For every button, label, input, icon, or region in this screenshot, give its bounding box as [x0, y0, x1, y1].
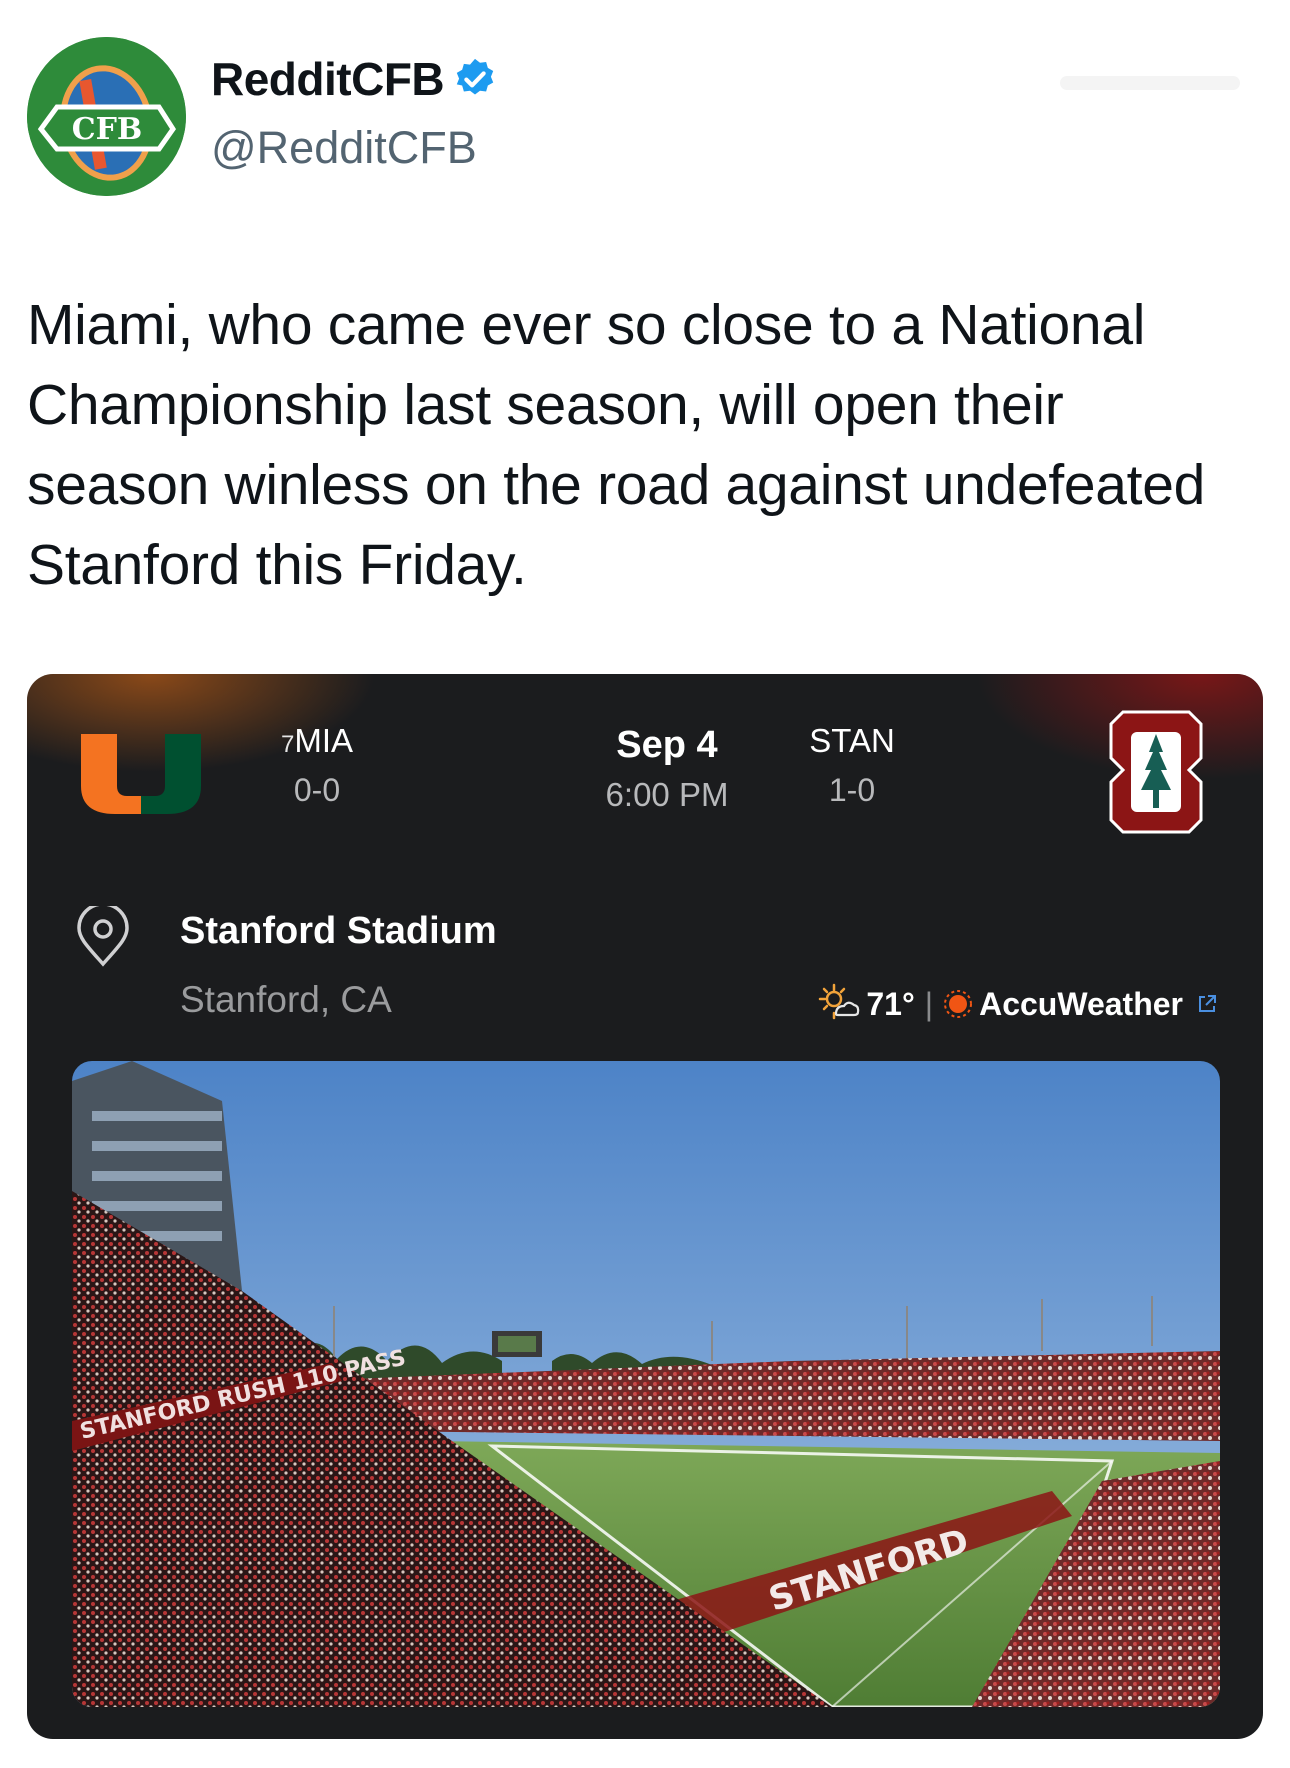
- weather-widget[interactable]: 71° | AccuWeather: [816, 982, 1219, 1026]
- stanford-s-logo: [1109, 710, 1203, 834]
- tweet-text: Miami, who came ever so close to a Natio…: [27, 293, 1206, 597]
- stanford-stadium-photo: STANFORD STANFORD RUSH 110 PASS: [72, 1061, 1220, 1707]
- away-team[interactable]: 7MIA 0-0: [217, 722, 417, 809]
- verified-badge-icon: [456, 58, 494, 95]
- venue-location: Stanford, CA: [180, 979, 392, 1020]
- faint-watermark: [1060, 76, 1240, 90]
- display-name[interactable]: RedditCFB: [211, 52, 445, 106]
- account-name-row: RedditCFB: [211, 52, 498, 106]
- partly-sunny-icon: [819, 983, 860, 1020]
- venue-name[interactable]: Stanford Stadium: [180, 910, 497, 953]
- account-avatar[interactable]: CFB: [27, 37, 186, 196]
- home-team-record: 1-0: [828, 772, 876, 808]
- weather-provider[interactable]: AccuWeather: [979, 986, 1183, 1023]
- game-card[interactable]: 7MIA 0-0 Sep 4 6:00 PM STAN 1-0 Stanford…: [27, 674, 1263, 1739]
- away-team-rank: 7: [280, 731, 295, 758]
- svg-text:CFB: CFB: [72, 112, 143, 147]
- account-handle[interactable]: @RedditCFB: [211, 122, 477, 174]
- weather-separator: |: [924, 985, 934, 1022]
- home-team-abbr: STAN: [809, 722, 895, 759]
- accuweather-sun-icon: [944, 990, 973, 1018]
- weather-temp: 71°: [866, 985, 915, 1022]
- away-team-abbr: 7MIA: [217, 722, 417, 760]
- stadium-photo[interactable]: STANFORD STANFORD RUSH 110 PASS: [72, 1061, 1220, 1707]
- location-pin-icon: [77, 906, 129, 967]
- home-team[interactable]: STAN 1-0: [752, 722, 952, 809]
- away-team-record: 0-0: [293, 772, 341, 808]
- miami-u-logo: [81, 734, 201, 814]
- away-team-abbr-text: MIA: [294, 722, 354, 759]
- external-link-icon[interactable]: [1195, 992, 1219, 1016]
- cfb-logo: CFB: [27, 37, 186, 196]
